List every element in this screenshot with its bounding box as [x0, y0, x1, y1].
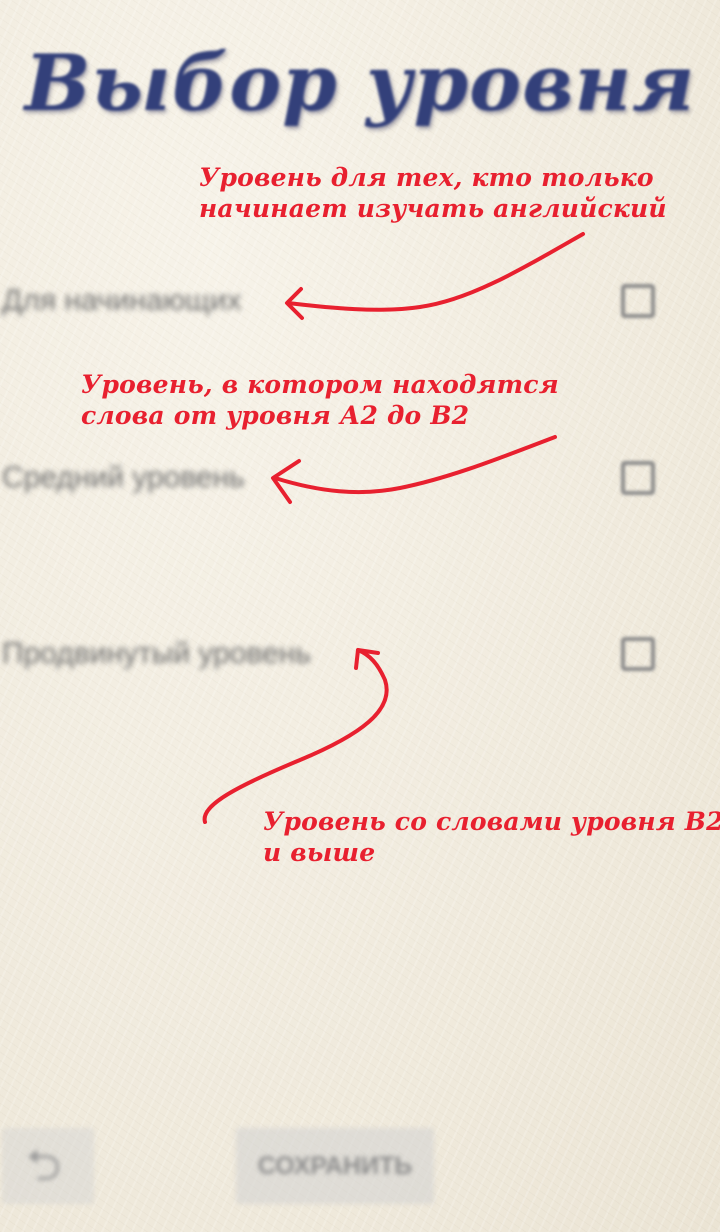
annotation-advanced-line-1: Уровень со словами уровня В2: [263, 807, 720, 836]
back-button[interactable]: ⮌: [2, 1128, 94, 1204]
annotation-intermediate-line-2: слова от уровня А2 до В2: [81, 401, 470, 430]
level-label-beginner[interactable]: Для начинающих: [2, 284, 242, 318]
level-label-advanced[interactable]: Продвинутый уровень: [2, 637, 311, 671]
annotation-beginner-line-2: начинает изучать английский: [199, 194, 667, 223]
annotation-beginner: Уровень для тех, кто только начинает изу…: [199, 162, 667, 224]
annotation-advanced: Уровень со словами уровня В2 и выше: [263, 806, 720, 868]
checkbox-advanced[interactable]: [621, 637, 655, 671]
checkbox-intermediate[interactable]: [621, 461, 655, 495]
level-label-intermediate[interactable]: Средний уровень: [2, 461, 245, 495]
page-title: Выбор уровня: [24, 38, 696, 129]
annotation-advanced-line-2: и выше: [263, 838, 376, 867]
checkbox-beginner[interactable]: [621, 284, 655, 318]
annotation-intermediate: Уровень, в котором находятся слова от ур…: [81, 369, 559, 431]
save-button[interactable]: СОХРАНИТЬ: [236, 1128, 434, 1204]
annotation-beginner-line-1: Уровень для тех, кто только: [199, 163, 654, 192]
annotation-intermediate-line-1: Уровень, в котором находятся: [81, 370, 559, 399]
back-arrow-icon: ⮌: [26, 1140, 62, 1191]
